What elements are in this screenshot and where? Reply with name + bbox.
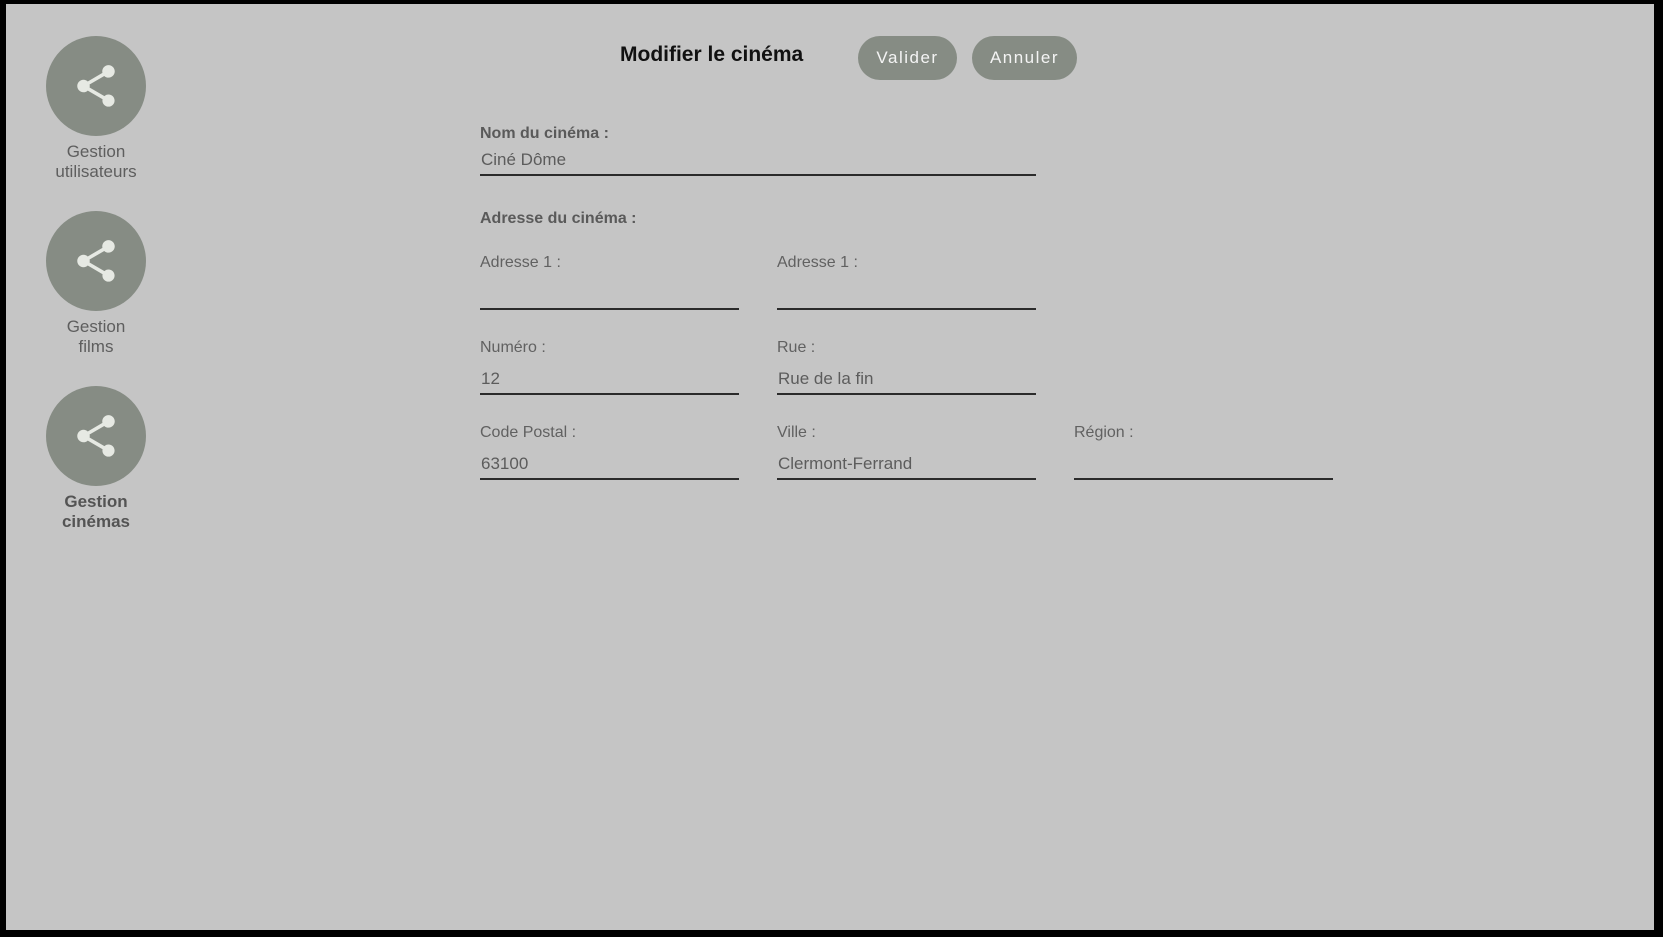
app-screen: Gestion utilisateurs Gestion films Gesti… bbox=[6, 4, 1654, 930]
cinema-address-label: Adresse du cinéma : bbox=[480, 210, 637, 227]
adresse2-label: Adresse 1 : bbox=[777, 254, 858, 271]
region-label: Région : bbox=[1074, 424, 1134, 441]
numero-input[interactable] bbox=[480, 365, 739, 395]
ville-input[interactable] bbox=[777, 450, 1036, 480]
numero-field: Numéro : bbox=[480, 338, 739, 395]
cinema-name-label: Nom du cinéma : bbox=[480, 125, 609, 142]
adresse1-label: Adresse 1 : bbox=[480, 254, 561, 271]
sidebar-item-users-button[interactable] bbox=[46, 36, 146, 136]
adresse1-input[interactable] bbox=[480, 280, 739, 310]
sidebar-item-label: Gestion utilisateurs bbox=[55, 142, 137, 181]
sidebar-item-films[interactable]: Gestion films bbox=[43, 211, 149, 357]
rue-field: Rue : bbox=[777, 338, 1036, 395]
cinema-name-field bbox=[480, 146, 1036, 176]
sidebar-item-label: Gestion cinémas bbox=[61, 492, 131, 531]
rue-input[interactable] bbox=[777, 365, 1036, 395]
numero-label: Numéro : bbox=[480, 339, 546, 356]
ville-field: Ville : bbox=[777, 423, 1036, 480]
page-title: Modifier le cinéma bbox=[620, 43, 804, 66]
rue-label: Rue : bbox=[777, 339, 816, 356]
sidebar-item-cinemas[interactable]: Gestion cinémas bbox=[43, 386, 149, 532]
adresse1-field: Adresse 1 : bbox=[480, 253, 739, 310]
code-postal-label: Code Postal : bbox=[480, 424, 577, 441]
adresse2-field: Adresse 1 : bbox=[777, 253, 1036, 310]
region-input[interactable] bbox=[1074, 450, 1333, 480]
code-postal-field: Code Postal : bbox=[480, 423, 739, 480]
region-field: Région : bbox=[1074, 423, 1333, 480]
sidebar-item-label: Gestion films bbox=[66, 317, 126, 356]
sidebar-item-cinemas-button[interactable] bbox=[46, 386, 146, 486]
share-icon bbox=[71, 411, 121, 461]
valider-button[interactable]: Valider bbox=[858, 36, 957, 80]
annuler-button[interactable]: Annuler bbox=[972, 36, 1077, 80]
sidebar-item-users[interactable]: Gestion utilisateurs bbox=[43, 36, 149, 182]
share-icon bbox=[71, 236, 121, 286]
ville-label: Ville : bbox=[777, 424, 816, 441]
cinema-name-input[interactable] bbox=[480, 146, 1036, 176]
code-postal-input[interactable] bbox=[480, 450, 739, 480]
sidebar-item-films-button[interactable] bbox=[46, 211, 146, 311]
adresse2-input[interactable] bbox=[777, 280, 1036, 310]
share-icon bbox=[71, 61, 121, 111]
